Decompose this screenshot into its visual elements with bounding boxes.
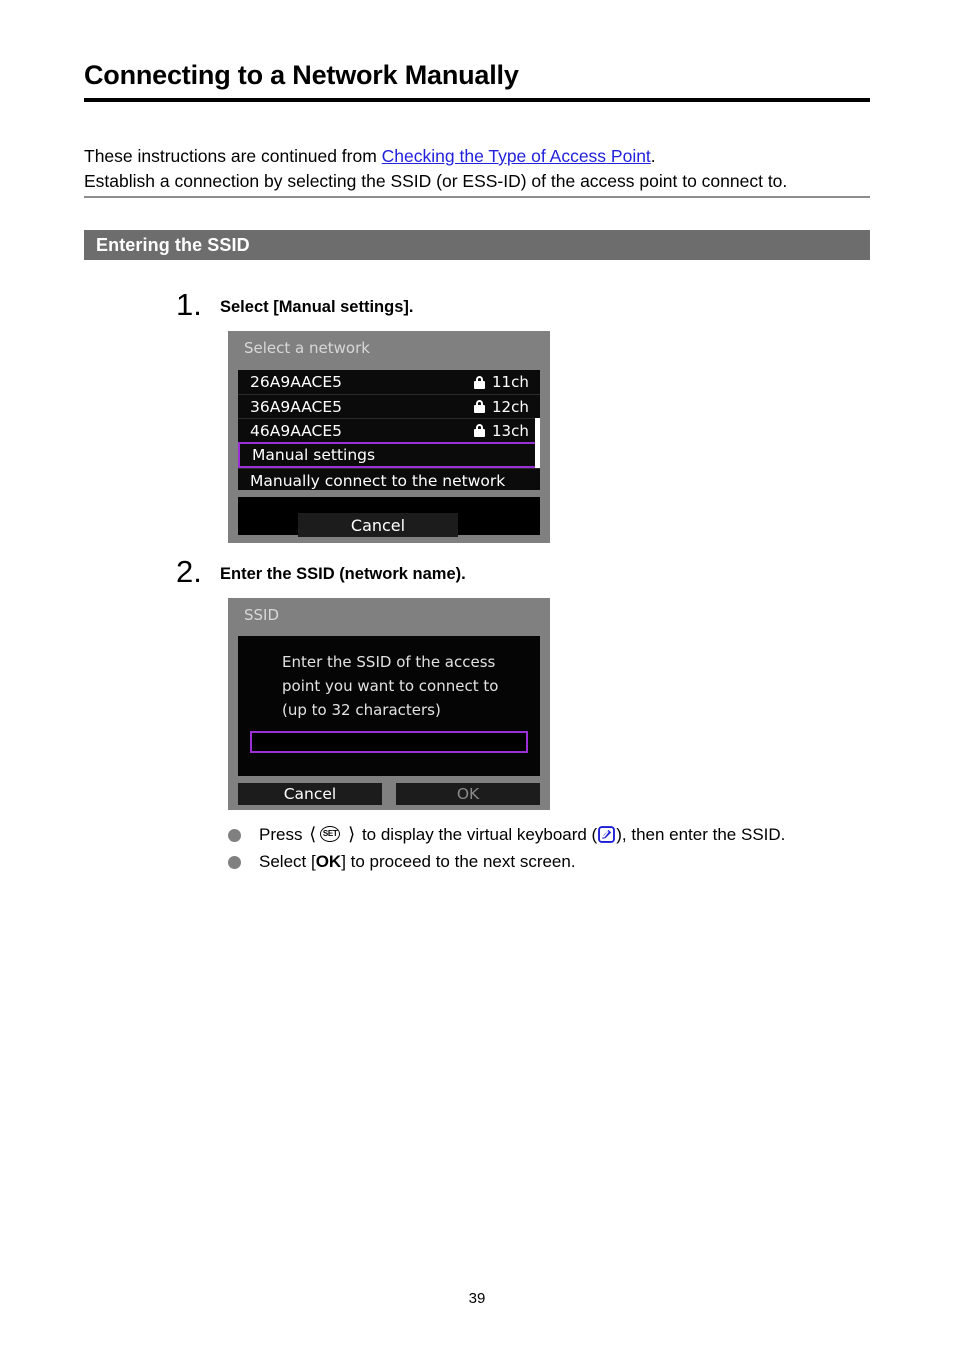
- network-row-meta: 13ch: [474, 422, 532, 440]
- step-1: 1. Select [Manual settings].: [176, 289, 413, 320]
- intro-divider: [84, 196, 870, 198]
- ssid-input-field[interactable]: [250, 731, 528, 753]
- bullet-item-select-ok: Select [OK] to proceed to the next scree…: [228, 849, 928, 875]
- network-row-manual-settings[interactable]: Manual settings: [238, 442, 540, 468]
- section-header-label: Entering the SSID: [96, 234, 250, 255]
- step-2: 2. Enter the SSID (network name).: [176, 556, 466, 587]
- bullet-1-part-2: to display the virtual keyboard (: [361, 825, 598, 844]
- cancel-button[interactable]: Cancel: [238, 783, 382, 805]
- ssid-button-bar: Cancel OK: [238, 783, 540, 805]
- step-1-heading: 1. Select [Manual settings].: [176, 289, 413, 320]
- set-button-ring: SET: [320, 826, 341, 842]
- ssid-prompt-line-2: point you want to connect to: [282, 677, 499, 695]
- bullet-item-press-set: Press ⟨ SET ⟩ to display the virtual key…: [228, 822, 928, 848]
- bullet-item-press-set-text: Press ⟨ SET ⟩ to display the virtual key…: [259, 822, 785, 848]
- bullet-1-part-3: ), then enter the SSID.: [616, 825, 786, 844]
- virtual-keyboard-icon: [598, 825, 616, 843]
- bullet-item-select-ok-text: Select [OK] to proceed to the next scree…: [259, 849, 576, 875]
- step-1-number: 1.: [176, 287, 202, 322]
- checking-access-point-link[interactable]: Checking the Type of Access Point: [382, 146, 651, 166]
- set-button-label: SET: [322, 829, 338, 838]
- section-header-entering-the-ssid: Entering the SSID: [84, 230, 870, 260]
- ssid-prompt: Enter the SSID of the access point you w…: [238, 636, 540, 722]
- bullet-2-part-2: ] to proceed to the next screen.: [341, 852, 576, 871]
- network-ssid-label: Manual settings: [252, 446, 376, 464]
- network-row-2[interactable]: 36A9AACE5 12ch: [238, 394, 540, 418]
- bullet-2-part-1: Select [: [259, 852, 316, 871]
- step-1-instruction: Select [Manual settings].: [220, 298, 414, 316]
- ssid-panel: Enter the SSID of the access point you w…: [238, 636, 540, 776]
- lock-icon: [474, 375, 485, 389]
- network-row-1[interactable]: 26A9AACE5 11ch: [238, 370, 540, 394]
- intro-paragraph: These instructions are continued from Ch…: [84, 144, 874, 194]
- screenshot-select-a-network: Select a network 26A9AACE5 11ch 36A9AACE…: [228, 331, 550, 543]
- title-divider: [84, 98, 870, 102]
- intro-suffix: .: [650, 146, 656, 166]
- bullet-1-part-1: Press: [259, 825, 303, 844]
- lock-icon: [474, 400, 485, 413]
- network-channel-label: 11ch: [492, 373, 529, 391]
- bullet-2-ok-label: OK: [315, 852, 342, 871]
- network-ssid-label: 26A9AACE5: [250, 373, 343, 391]
- lock-icon: [474, 424, 485, 437]
- network-row-manually-connect[interactable]: Manually connect to the network: [238, 468, 540, 492]
- screenshot-ssid-entry: SSID Enter the SSID of the access point …: [228, 598, 550, 810]
- network-channel-label: 12ch: [492, 397, 529, 416]
- scrollbar-thumb[interactable]: [535, 418, 540, 468]
- network-channel-label: 13ch: [492, 421, 529, 440]
- title-block: Connecting to a Network Manually: [84, 58, 870, 102]
- page-number: 39: [468, 1290, 486, 1307]
- page-title: Connecting to a Network Manually: [84, 60, 519, 90]
- bullet-dot-icon: [228, 856, 241, 869]
- network-list: 26A9AACE5 11ch 36A9AACE5 12ch 46A9AACE5 …: [238, 370, 540, 490]
- intro-line-1: These instructions are continued from Ch…: [84, 144, 874, 169]
- step-2-heading: 2. Enter the SSID (network name).: [176, 556, 466, 587]
- bracket-right: ⟩: [348, 824, 356, 844]
- ssid-prompt-line-1: Enter the SSID of the access: [282, 653, 496, 671]
- screenshot-ssid-title: SSID: [244, 606, 280, 624]
- cancel-button[interactable]: Cancel: [298, 513, 458, 537]
- network-row-3[interactable]: 46A9AACE5 13ch: [238, 418, 540, 442]
- ok-button[interactable]: OK: [396, 783, 540, 805]
- step-2-instruction: Enter the SSID (network name).: [220, 565, 466, 583]
- network-ssid-label: 46A9AACE5: [250, 421, 343, 440]
- ssid-prompt-line-3: (up to 32 characters): [282, 701, 441, 719]
- intro-prefix: These instructions are continued from: [84, 146, 382, 166]
- set-button-icon: ⟨ SET ⟩: [309, 825, 355, 843]
- network-row-meta: 11ch: [474, 373, 532, 391]
- network-ssid-label: Manually connect to the network: [250, 471, 506, 490]
- screenshot-network-title: Select a network: [244, 339, 370, 357]
- bullet-list: Press ⟨ SET ⟩ to display the virtual key…: [228, 822, 928, 876]
- step-2-number: 2.: [176, 554, 202, 589]
- network-row-meta: 12ch: [474, 398, 532, 416]
- intro-line-2: Establish a connection by selecting the …: [84, 171, 788, 191]
- bullet-dot-icon: [228, 829, 241, 842]
- network-ssid-label: 36A9AACE5: [250, 397, 343, 416]
- document-page: Connecting to a Network Manually These i…: [0, 0, 954, 1345]
- bracket-left: ⟨: [309, 824, 317, 844]
